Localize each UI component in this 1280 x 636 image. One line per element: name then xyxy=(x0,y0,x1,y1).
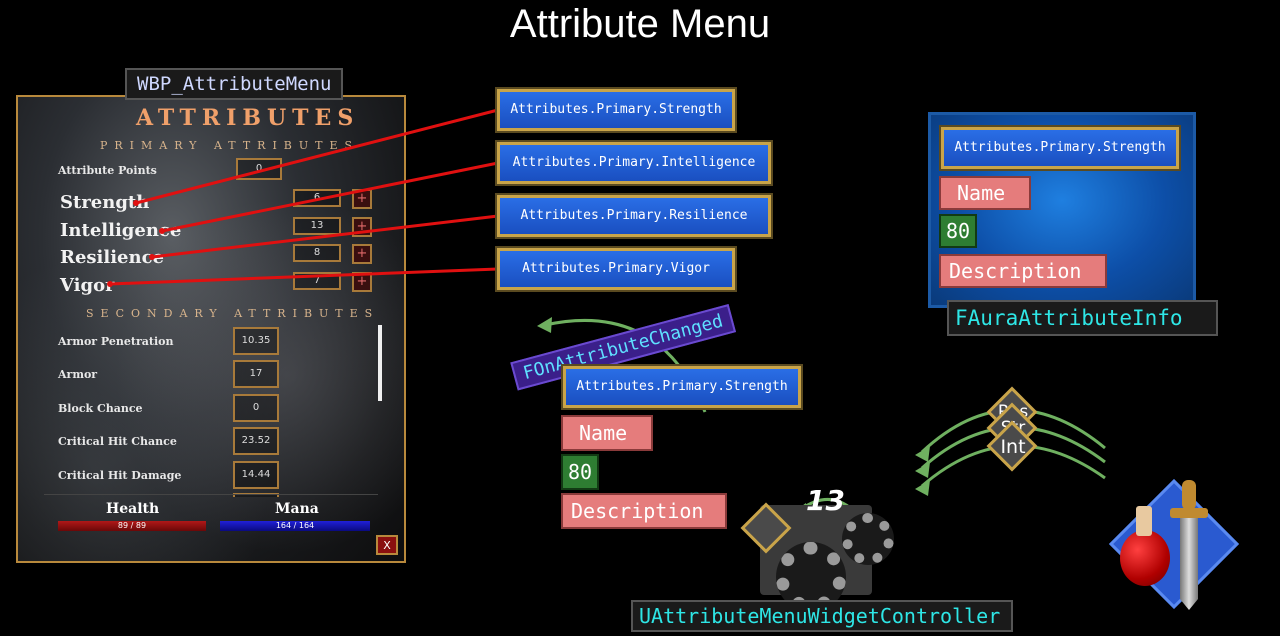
sword-icon xyxy=(1170,480,1208,612)
stacked-tag-int-label: Int xyxy=(1000,436,1026,458)
delegate-arrowhead xyxy=(537,317,552,333)
connector-strength xyxy=(135,108,499,205)
stack-arrowhead-3 xyxy=(915,480,930,496)
info-panel-value: 80 xyxy=(939,214,977,248)
info-panel-description: Description xyxy=(939,254,1107,288)
connector-dot-resilience xyxy=(149,254,155,260)
center-info-value: 80 xyxy=(561,454,599,490)
tag-strength: Attributes.Primary.Strength xyxy=(497,89,735,131)
tag-vigor: Attributes.Primary.Vigor xyxy=(497,248,735,290)
connector-dot-vigor xyxy=(107,281,113,287)
small-gear-icon xyxy=(842,513,894,565)
connector-dot-intelligence xyxy=(159,228,165,234)
center-info-name: Name xyxy=(561,415,653,451)
stacked-tag-int: Int xyxy=(986,420,1038,472)
potion-neck-icon xyxy=(1136,506,1152,536)
center-info-tag: Attributes.Primary.Strength xyxy=(563,366,801,408)
controller-label: UAttributeMenuWidgetController xyxy=(631,600,1013,632)
sword-guard-icon xyxy=(1170,508,1208,518)
tag-resilience: Attributes.Primary.Resilience xyxy=(497,195,771,237)
stack-arrowhead-2 xyxy=(915,462,930,478)
info-panel-tag: Attributes.Primary.Strength xyxy=(941,127,1179,169)
tag-intelligence: Attributes.Primary.Intelligence xyxy=(497,142,771,184)
potion-icon xyxy=(1120,530,1170,586)
info-panel-label: FAuraAttributeInfo xyxy=(947,300,1218,336)
controller-number: 13 xyxy=(806,484,845,517)
sword-hilt-icon xyxy=(1182,480,1196,510)
stack-arrowhead-1 xyxy=(915,446,930,462)
sword-blade-icon xyxy=(1180,518,1198,610)
info-panel-name: Name xyxy=(939,176,1031,210)
connector-vigor xyxy=(109,267,499,286)
center-info-description: Description xyxy=(561,493,727,529)
connector-dot-strength xyxy=(133,200,139,206)
